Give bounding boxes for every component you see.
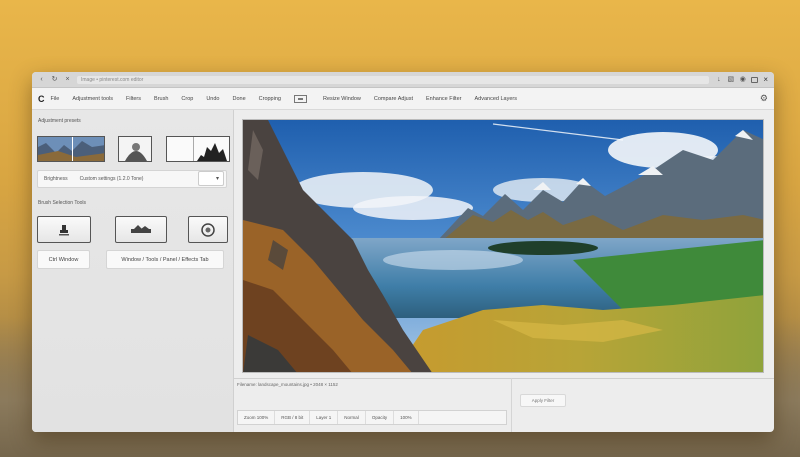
status-mode[interactable]: RGB / 8 bit bbox=[275, 411, 311, 424]
menu-adjustment-tools[interactable]: Adjustment tools bbox=[72, 96, 113, 102]
apply-filter-button[interactable]: Apply Filter bbox=[520, 394, 566, 407]
extensions-icon[interactable]: ▧ bbox=[727, 76, 735, 83]
status-blend[interactable]: Normal bbox=[338, 411, 366, 424]
window-restore-icon[interactable] bbox=[751, 76, 759, 83]
tool-button-image-edit[interactable] bbox=[115, 216, 167, 243]
tool-button-stamp[interactable] bbox=[37, 216, 91, 243]
app-logo: C bbox=[38, 93, 45, 104]
close-icon[interactable]: × bbox=[763, 75, 768, 84]
menu-advanced-layers[interactable]: Advanced Layers bbox=[474, 96, 517, 102]
reload-icon[interactable]: ↻ bbox=[51, 76, 58, 83]
image-canvas[interactable] bbox=[242, 119, 764, 373]
menu-crop[interactable]: Crop bbox=[181, 96, 193, 102]
stamp-icon bbox=[59, 224, 69, 235]
landscape-image bbox=[243, 120, 763, 372]
camera-icon[interactable]: ◉ bbox=[739, 76, 746, 83]
lens-icon bbox=[201, 222, 215, 237]
back-arrow-icon[interactable]: ‹ bbox=[38, 76, 45, 83]
chevron-down-icon: ▾ bbox=[215, 176, 219, 182]
menu-undo[interactable]: Undo bbox=[206, 96, 219, 102]
close-tab-icon[interactable]: × bbox=[64, 76, 71, 83]
file-info: Filename: landscape_mountains.jpg • 2048… bbox=[237, 382, 338, 387]
app-toolbar: C File Adjustment tools Filters Brush Cr… bbox=[32, 88, 774, 110]
section-title-brush: Brush Selection Tools bbox=[38, 200, 86, 206]
menu-file[interactable]: File bbox=[51, 96, 60, 102]
preset-thumbnail-landscape[interactable] bbox=[37, 136, 105, 162]
preset-thumbnail-portrait[interactable] bbox=[118, 136, 152, 162]
app-window: ‹ ↻ × Image • pinterest.com editor ↓ ▧ ◉… bbox=[32, 72, 774, 432]
histogram-preview-icon bbox=[167, 137, 229, 161]
bottom-vertical-divider bbox=[511, 378, 512, 432]
download-icon[interactable]: ↓ bbox=[715, 76, 722, 83]
frame-toggle-icon[interactable] bbox=[293, 94, 307, 103]
preset-field-label: Brightness bbox=[44, 176, 68, 182]
menu-brush[interactable]: Brush bbox=[154, 96, 168, 102]
status-row: Zoom 100% RGB / 8 bit Layer 1 Normal Opa… bbox=[237, 410, 507, 425]
ctrl-window-button[interactable]: Ctrl Window bbox=[37, 250, 90, 269]
menu-resize-window[interactable]: Resize Window bbox=[323, 96, 361, 102]
image-edit-icon bbox=[131, 224, 151, 233]
left-panel: Adjustment presets Brightness Custom set… bbox=[32, 110, 234, 432]
preset-select[interactable]: ▾ bbox=[198, 171, 224, 186]
window-tools-button[interactable]: Window / Tools / Panel / Effects Tab bbox=[106, 250, 224, 269]
menu-enhance-filter[interactable]: Enhance Filter bbox=[426, 96, 461, 102]
menu-done[interactable]: Done bbox=[232, 96, 245, 102]
tool-button-lens[interactable] bbox=[188, 216, 228, 243]
preset-thumbnail-histogram[interactable] bbox=[166, 136, 230, 162]
gear-icon[interactable]: ⚙ bbox=[760, 93, 768, 104]
menu-cropping[interactable]: Cropping bbox=[259, 96, 281, 102]
address-bar[interactable]: Image • pinterest.com editor bbox=[77, 75, 710, 84]
bottom-divider bbox=[234, 378, 774, 379]
landscape-preview-icon bbox=[38, 137, 104, 161]
status-layer[interactable]: Layer 1 bbox=[310, 411, 339, 424]
preset-field-value: Custom settings (1.2.0 Tone) bbox=[79, 176, 144, 182]
section-title-presets: Adjustment presets bbox=[38, 118, 81, 124]
status-opacity-value[interactable]: 100% bbox=[394, 411, 419, 424]
browser-controls: ↓ ▧ ◉ × bbox=[715, 75, 768, 84]
menu-filters[interactable]: Filters bbox=[126, 96, 141, 102]
status-zoom[interactable]: Zoom 100% bbox=[238, 411, 276, 424]
menu-compare-adjust[interactable]: Compare Adjust bbox=[374, 96, 413, 102]
figure-preview-icon bbox=[119, 137, 151, 161]
status-opacity-label: Opacity bbox=[366, 411, 395, 424]
browser-bar: ‹ ↻ × Image • pinterest.com editor ↓ ▧ ◉… bbox=[32, 72, 774, 88]
